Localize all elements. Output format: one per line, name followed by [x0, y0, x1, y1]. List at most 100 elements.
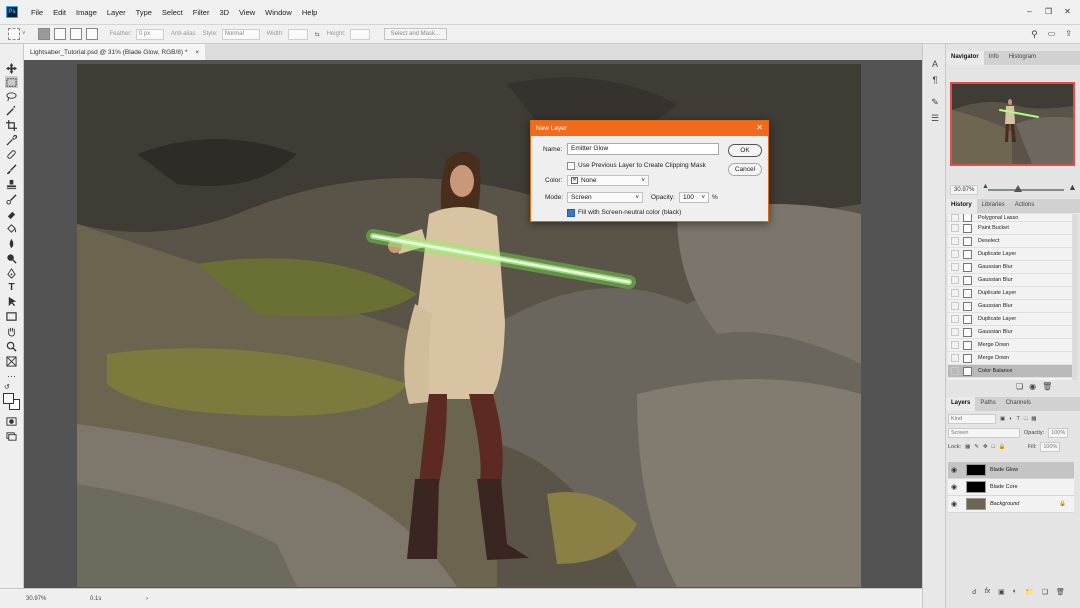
link-layers-icon[interactable]: ☌: [972, 588, 977, 596]
width-input[interactable]: [287, 28, 308, 40]
select-and-mask-button[interactable]: Select and Mask...: [383, 28, 447, 40]
character-panel-icon[interactable]: A: [929, 58, 941, 70]
chevron-down-icon[interactable]: ˅: [22, 31, 26, 37]
foreground-color-swatch[interactable]: [3, 393, 14, 404]
history-item-selected[interactable]: Color Balance: [948, 365, 1072, 378]
zoom-tool-icon[interactable]: [5, 340, 18, 352]
share-icon[interactable]: ⇪: [1065, 29, 1072, 40]
tab-actions[interactable]: Actions: [1010, 199, 1040, 213]
new-document-from-state-icon[interactable]: ❏: [1016, 382, 1023, 391]
rectangle-tool-icon[interactable]: [5, 310, 18, 322]
navigator-preview[interactable]: [950, 82, 1075, 166]
restore-icon[interactable]: ❐: [1042, 6, 1055, 17]
dodge-tool-icon[interactable]: [5, 252, 18, 264]
status-zoom[interactable]: 30.97%: [22, 596, 86, 602]
color-select[interactable]: ✕ None ˅: [567, 175, 649, 186]
camera-snapshot-icon[interactable]: ◉: [1029, 382, 1036, 391]
filter-pixel-icon[interactable]: ▣: [1000, 416, 1005, 422]
menu-file[interactable]: File: [26, 8, 48, 17]
menu-window[interactable]: Window: [260, 8, 297, 17]
type-tool-icon[interactable]: T: [5, 281, 18, 293]
feather-input[interactable]: 0 px: [135, 28, 164, 40]
history-item[interactable]: Duplicate Layer: [948, 313, 1072, 326]
height-input[interactable]: [349, 28, 370, 40]
intersect-selection-icon[interactable]: [85, 28, 98, 40]
magic-wand-icon[interactable]: [5, 104, 18, 116]
workspace-icon[interactable]: ▭: [1048, 29, 1056, 40]
navigator-zoom-field[interactable]: 30.97%: [950, 185, 979, 195]
tab-navigator[interactable]: Navigator: [946, 51, 984, 65]
history-item[interactable]: Gaussian Blur: [948, 274, 1072, 287]
paragraph-panel-icon[interactable]: ¶: [929, 74, 941, 86]
fx-icon[interactable]: fx: [985, 588, 990, 596]
menu-view[interactable]: View: [234, 8, 260, 17]
pen-tool-icon[interactable]: [5, 267, 18, 279]
quick-mask-icon[interactable]: [5, 415, 18, 427]
menu-help[interactable]: Help: [297, 8, 322, 17]
filter-smart-icon[interactable]: ▩: [1031, 416, 1036, 422]
more-tools-icon[interactable]: ···: [5, 370, 18, 382]
history-item[interactable]: Gaussian Blur: [948, 261, 1072, 274]
healing-brush-icon[interactable]: [5, 148, 18, 160]
visibility-eye-icon[interactable]: ◉: [948, 466, 960, 474]
history-scrollbar[interactable]: [1072, 214, 1078, 380]
adjustment-layer-icon[interactable]: ◐: [1013, 588, 1017, 596]
layer-mask-icon[interactable]: ▣: [998, 588, 1005, 596]
menu-filter[interactable]: Filter: [188, 8, 215, 17]
menu-select[interactable]: Select: [157, 8, 188, 17]
ok-button[interactable]: OK: [728, 144, 762, 157]
paint-bucket-icon[interactable]: [5, 222, 18, 234]
history-item[interactable]: Duplicate Layer: [948, 287, 1072, 300]
fill-neutral-checkbox[interactable]: [567, 209, 575, 217]
marquee-tool-icon[interactable]: [5, 76, 18, 88]
layer-row[interactable]: ◉ Background 🔒: [948, 496, 1074, 513]
cancel-button[interactable]: Cancel: [728, 163, 762, 176]
layer-kind-filter[interactable]: Kind: [948, 414, 996, 424]
navigator-zoom-slider[interactable]: [988, 189, 1064, 191]
add-selection-icon[interactable]: [53, 28, 66, 40]
tab-histogram[interactable]: Histogram: [1004, 51, 1041, 65]
dialog-title-bar[interactable]: New Layer ✕: [531, 121, 768, 136]
search-icon[interactable]: ⚲: [1031, 29, 1038, 40]
trash-icon[interactable]: 🗑: [1042, 382, 1052, 391]
menu-layer[interactable]: Layer: [102, 8, 131, 17]
hand-tool-icon[interactable]: [5, 325, 18, 337]
visibility-eye-icon[interactable]: ◉: [948, 500, 960, 508]
tab-paths[interactable]: Paths: [975, 397, 1000, 411]
lock-transparent-icon[interactable]: ▦: [965, 444, 970, 450]
style-select[interactable]: Normal: [221, 28, 260, 40]
new-layer-icon[interactable]: ❏: [1042, 588, 1048, 596]
fill-input[interactable]: 100%: [1040, 442, 1061, 452]
blend-mode-select[interactable]: Screen: [948, 428, 1020, 438]
menu-image[interactable]: Image: [71, 8, 102, 17]
layer-row[interactable]: ◉ Blade Core: [948, 479, 1074, 496]
history-item[interactable]: Duplicate Layer: [948, 248, 1072, 261]
history-item[interactable]: Gaussian Blur: [948, 326, 1072, 339]
navigator-slider-handle[interactable]: [1014, 185, 1022, 192]
swap-icon[interactable]: ⇆: [315, 31, 320, 38]
antialias-label[interactable]: Anti-alias: [171, 31, 196, 37]
swap-colors-icon[interactable]: ↺: [4, 383, 10, 391]
clone-stamp-icon[interactable]: [5, 178, 18, 190]
subtract-selection-icon[interactable]: [69, 28, 82, 40]
history-item[interactable]: Merge Down: [948, 339, 1072, 352]
filter-type-icon[interactable]: T: [1017, 416, 1020, 422]
history-item[interactable]: Merge Down: [948, 352, 1072, 365]
properties-icon[interactable]: ☰: [929, 112, 941, 124]
screen-mode-icon[interactable]: [5, 430, 18, 442]
group-folder-icon[interactable]: 📁: [1025, 588, 1034, 596]
close-icon[interactable]: ✕: [1061, 6, 1074, 17]
minimize-icon[interactable]: –: [1023, 6, 1036, 17]
history-brush-icon[interactable]: [5, 193, 18, 205]
menu-3d[interactable]: 3D: [214, 8, 234, 17]
history-item[interactable]: Deselect: [948, 235, 1072, 248]
menu-type[interactable]: Type: [131, 8, 157, 17]
status-chevron-icon[interactable]: ›: [142, 596, 152, 602]
frame-tool-icon[interactable]: [5, 355, 18, 367]
tab-libraries[interactable]: Libraries: [977, 199, 1010, 213]
lock-all-icon[interactable]: 🔒: [999, 444, 1006, 450]
crop-tool-icon[interactable]: [5, 119, 18, 131]
visibility-eye-icon[interactable]: ◉: [948, 483, 960, 491]
eyedropper-icon[interactable]: [5, 134, 18, 146]
opacity-input[interactable]: 100%: [1048, 428, 1069, 438]
